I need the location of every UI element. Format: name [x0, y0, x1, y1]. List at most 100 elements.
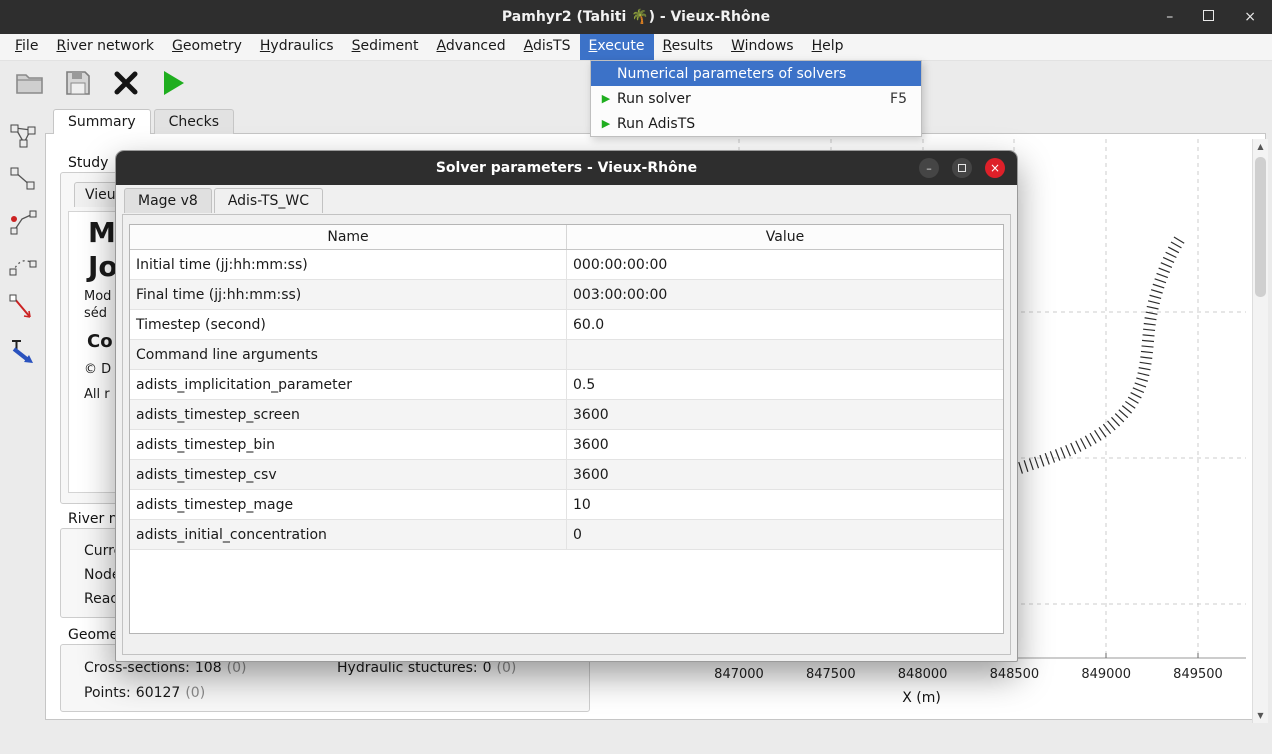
- menubar-item-results[interactable]: Results: [654, 34, 723, 60]
- scroll-thumb[interactable]: [1255, 157, 1266, 297]
- table-row[interactable]: adists_timestep_bin3600: [130, 430, 1003, 460]
- menu-item-label: Run AdisTS: [615, 116, 907, 132]
- menubar-item-sediment[interactable]: Sediment: [343, 34, 428, 60]
- table-row[interactable]: adists_timestep_screen3600: [130, 400, 1003, 430]
- dialog-tabbar: Mage v8Adis-TS_WC: [124, 188, 325, 213]
- menubar-item-river-network[interactable]: River network: [47, 34, 163, 60]
- stat-extra: (0): [185, 685, 205, 701]
- param-value-cell[interactable]: 000:00:00:00: [567, 250, 1004, 280]
- side-toolbar: [0, 105, 45, 754]
- minimize-icon[interactable]: –: [1166, 10, 1173, 24]
- param-value-cell[interactable]: 3600: [567, 400, 1004, 430]
- param-value-cell[interactable]: 3600: [567, 460, 1004, 490]
- titlebar[interactable]: Pamhyr2 (Tahiti 🌴) - Vieux-Rhône – ×: [0, 0, 1272, 34]
- x-tick-label: 848500: [990, 667, 1040, 682]
- menu-item-label: Numerical parameters of solvers: [615, 66, 907, 82]
- stat-extra: (0): [497, 660, 517, 676]
- stat-label: Cross-sections:: [84, 660, 190, 676]
- param-name-cell: adists_implicitation_parameter: [130, 370, 567, 400]
- menu-item-numerical-parameters-of-solvers[interactable]: Numerical parameters of solvers: [591, 61, 921, 86]
- study-text-line1: Mod: [84, 289, 111, 304]
- table-row[interactable]: adists_implicitation_parameter0.5: [130, 370, 1003, 400]
- param-value-cell[interactable]: 60.0: [567, 310, 1004, 340]
- params-table: Name Value Initial time (jj:hh:mm:ss)000…: [129, 224, 1004, 634]
- column-header-name[interactable]: Name: [130, 225, 567, 250]
- menubar-item-execute[interactable]: Execute: [580, 34, 654, 60]
- param-name-cell: adists_initial_concentration: [130, 520, 567, 550]
- scroll-down-icon[interactable]: ▼: [1257, 711, 1263, 720]
- tab-checks[interactable]: Checks: [154, 109, 234, 134]
- river-cross-sections-path: [1020, 237, 1181, 468]
- window-title: Pamhyr2 (Tahiti 🌴) - Vieux-Rhône: [0, 0, 1272, 34]
- menubar-item-hydraulics[interactable]: Hydraulics: [251, 34, 343, 60]
- table-row[interactable]: adists_timestep_mage10: [130, 490, 1003, 520]
- x-tick-label: 847500: [806, 667, 856, 682]
- table-row[interactable]: Final time (jj:hh:mm:ss)003:00:00:00: [130, 280, 1003, 310]
- menubar-item-windows[interactable]: Windows: [722, 34, 803, 60]
- menubar-item-geometry[interactable]: Geometry: [163, 34, 251, 60]
- menu-item-label: Run solver: [615, 91, 890, 107]
- menubar: FileRiver networkGeometryHydraulicsSedim…: [0, 34, 1272, 61]
- tab-summary[interactable]: Summary: [53, 109, 151, 134]
- adists-arrow-icon[interactable]: [8, 336, 38, 366]
- dialog-close-icon[interactable]: ×: [985, 158, 1005, 178]
- table-row[interactable]: Command line arguments: [130, 340, 1003, 370]
- x-tick-label: 849500: [1173, 667, 1223, 682]
- execute-menu: Numerical parameters of solvers ▶Run solv…: [590, 60, 922, 137]
- param-value-cell[interactable]: 0.5: [567, 370, 1004, 400]
- table-row[interactable]: adists_initial_concentration0: [130, 520, 1003, 550]
- close-icon[interactable]: ×: [1244, 10, 1256, 24]
- param-value-cell[interactable]: 3600: [567, 430, 1004, 460]
- stat-label: Points:: [84, 685, 131, 701]
- param-value-cell[interactable]: 10: [567, 490, 1004, 520]
- run-icon[interactable]: [158, 67, 190, 99]
- param-name-cell: adists_timestep_csv: [130, 460, 567, 490]
- dialog-titlebar[interactable]: Solver parameters - Vieux-Rhône – ×: [116, 151, 1017, 185]
- scroll-up-icon[interactable]: ▲: [1257, 142, 1263, 151]
- node-point-icon[interactable]: [8, 207, 38, 237]
- menubar-item-advanced[interactable]: Advanced: [427, 34, 514, 60]
- table-header-row: Name Value: [130, 225, 1003, 250]
- river-network-icon[interactable]: [8, 121, 38, 151]
- geometry-curve-icon[interactable]: [8, 250, 38, 280]
- table-row[interactable]: adists_timestep_csv3600: [130, 460, 1003, 490]
- open-icon[interactable]: [14, 67, 46, 99]
- param-value-cell[interactable]: [567, 340, 1004, 370]
- table-row[interactable]: Initial time (jj:hh:mm:ss)000:00:00:00: [130, 250, 1003, 280]
- menu-item-run-solver[interactable]: ▶Run solverF5: [591, 86, 921, 111]
- menu-item-run-adists[interactable]: ▶Run AdisTS: [591, 111, 921, 136]
- param-name-cell: adists_timestep_mage: [130, 490, 567, 520]
- menubar-item-file[interactable]: File: [6, 34, 47, 60]
- application-window: Pamhyr2 (Tahiti 🌴) - Vieux-Rhône – × Fil…: [0, 0, 1272, 754]
- dialog-window-controls: – ×: [919, 158, 1005, 178]
- geometry-section-label: Geome: [68, 627, 118, 643]
- stat-value: 60127: [136, 685, 181, 701]
- reach-icon[interactable]: [8, 164, 38, 194]
- param-value-cell[interactable]: 003:00:00:00: [567, 280, 1004, 310]
- study-text-line2: séd: [84, 306, 107, 321]
- dialog-tab-adis-ts-wc[interactable]: Adis-TS_WC: [214, 188, 323, 213]
- params-table-body: Initial time (jj:hh:mm:ss)000:00:00:00Fi…: [130, 250, 1003, 550]
- param-name-cell: Command line arguments: [130, 340, 567, 370]
- table-row[interactable]: Timestep (second)60.0: [130, 310, 1003, 340]
- x-axis-title: X (m): [597, 690, 1246, 706]
- menubar-item-help[interactable]: Help: [803, 34, 853, 60]
- save-icon[interactable]: [62, 67, 94, 99]
- delete-icon[interactable]: [110, 67, 142, 99]
- main-tabbar: SummaryChecks: [53, 109, 237, 134]
- menu-item-shortcut: F5: [890, 91, 915, 107]
- hydraulic-structures-stat: Hydraulic stuctures:0(0): [337, 660, 521, 676]
- dialog-maximize-icon[interactable]: [952, 158, 972, 178]
- study-heading-line1: M: [88, 216, 116, 249]
- param-name-cell: Final time (jj:hh:mm:ss): [130, 280, 567, 310]
- solver-parameters-dialog: Solver parameters - Vieux-Rhône – × Mage…: [115, 150, 1018, 662]
- maximize-icon[interactable]: [1203, 10, 1214, 24]
- dialog-tab-mage-v8[interactable]: Mage v8: [124, 188, 212, 213]
- param-value-cell[interactable]: 0: [567, 520, 1004, 550]
- stat-label: Hydraulic stuctures:: [337, 660, 478, 676]
- vertical-scrollbar[interactable]: ▲ ▼: [1252, 139, 1268, 723]
- menubar-item-adists[interactable]: AdisTS: [515, 34, 580, 60]
- column-header-value[interactable]: Value: [567, 225, 1004, 250]
- hydrograph-icon[interactable]: [8, 293, 38, 323]
- dialog-minimize-icon[interactable]: –: [919, 158, 939, 178]
